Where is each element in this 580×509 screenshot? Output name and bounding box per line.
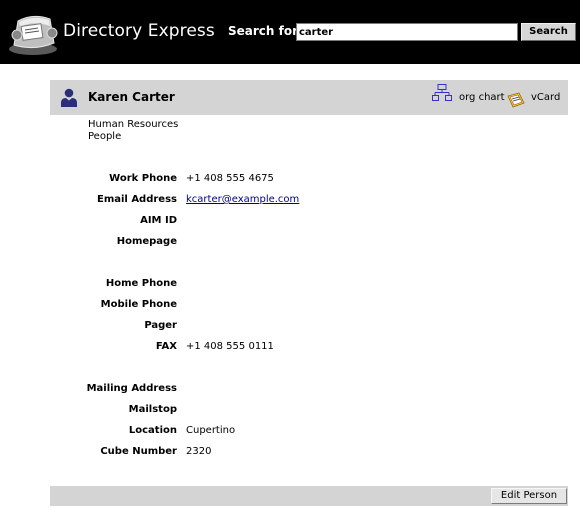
location-value: Cupertino xyxy=(186,425,236,436)
homepage-label: Homepage xyxy=(116,236,177,247)
work-phone-value: +1 408 555 4675 xyxy=(186,173,274,184)
pager-label: Pager xyxy=(144,320,177,331)
org-chart-icon[interactable] xyxy=(432,84,452,102)
search-label: Search for: xyxy=(228,24,303,38)
org-chart-link[interactable]: org chart xyxy=(459,92,505,103)
mailing-address-label: Mailing Address xyxy=(86,383,177,394)
search-input[interactable] xyxy=(296,23,518,41)
home-phone-label: Home Phone xyxy=(105,278,177,289)
group-text: People xyxy=(88,131,122,142)
app-title: Directory Express xyxy=(63,21,215,41)
person-header-bar: Karen Carter org chart vCard xyxy=(50,80,568,115)
footer-bar: Edit Person xyxy=(50,486,568,506)
aim-label: AIM ID xyxy=(140,215,177,226)
person-icon xyxy=(61,88,77,107)
edit-person-button[interactable]: Edit Person xyxy=(491,488,567,504)
fax-value: +1 408 555 0111 xyxy=(186,341,274,352)
cube-number-value: 2320 xyxy=(186,446,212,457)
person-name: Karen Carter xyxy=(88,90,175,104)
mobile-phone-label: Mobile Phone xyxy=(100,299,177,310)
email-link[interactable]: kcarter@example.com xyxy=(186,194,299,205)
location-label: Location xyxy=(128,425,177,436)
search-button[interactable]: Search xyxy=(521,23,576,41)
department-text: Human Resources xyxy=(88,119,179,130)
top-header-bar: Directory Express Search for: Search xyxy=(0,0,580,64)
work-phone-label: Work Phone xyxy=(109,173,177,184)
cube-number-label: Cube Number xyxy=(100,446,177,457)
vcard-icon[interactable] xyxy=(507,92,525,108)
mailstop-label: Mailstop xyxy=(128,404,177,415)
email-label: Email Address xyxy=(96,194,177,205)
rolodex-icon xyxy=(9,15,58,55)
fax-label: FAX xyxy=(155,341,177,352)
vcard-link[interactable]: vCard xyxy=(531,92,560,103)
